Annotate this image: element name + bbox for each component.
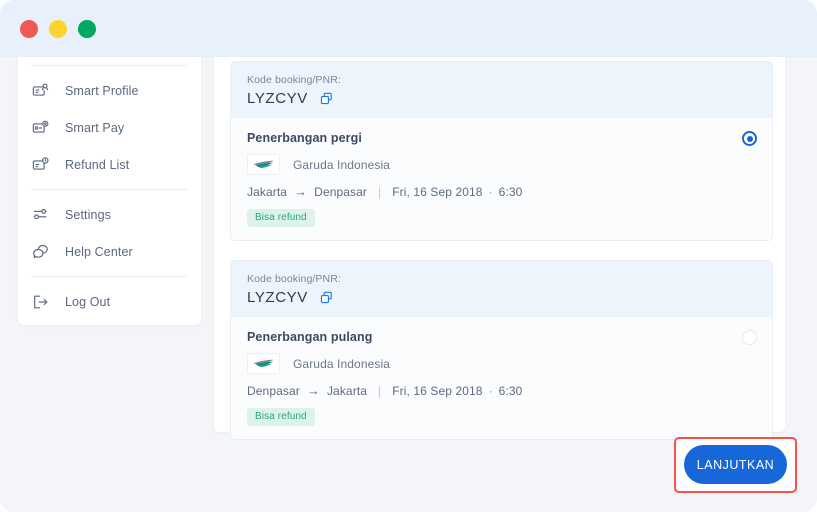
app-window: Smart Profile Smart Pay Refund List Sett…: [0, 0, 817, 512]
copy-icon[interactable]: [320, 92, 333, 105]
flight-title: Penerbangan pulang: [247, 330, 373, 344]
pnr-code: LYZCYV: [247, 90, 308, 107]
pnr-header: Kode booking/PNR: LYZCYV: [231, 62, 772, 118]
sidebar-item-log-out[interactable]: Log Out: [18, 283, 201, 320]
flight-time: 6:30: [498, 383, 523, 398]
sidebar-item-settings[interactable]: Settings: [18, 196, 201, 233]
garuda-indonesia-logo: [247, 353, 280, 374]
garuda-indonesia-logo: [247, 154, 280, 175]
flight-select-radio[interactable]: [742, 330, 757, 345]
smart-pay-icon: [31, 118, 51, 138]
main-content-panel: Kode booking/PNR: LYZCYV Penerbangan per…: [214, 57, 785, 440]
route-origin: Jakarta: [247, 184, 288, 199]
log-out-icon: [31, 292, 51, 312]
status-badge: Bisa refund: [247, 408, 315, 426]
flight-body: Penerbangan pergi Garuda Indonesia Jakar…: [231, 118, 772, 240]
window-controls: [20, 20, 96, 38]
continue-button[interactable]: LANJUTKAN: [684, 445, 787, 484]
sidebar-item-smart-profile[interactable]: Smart Profile: [18, 72, 201, 109]
route-separator: |: [378, 383, 382, 398]
sidebar-group-account: Smart Profile Smart Pay Refund List: [18, 66, 201, 189]
status-badge: Bisa refund: [247, 209, 315, 227]
route-row: Denpasar → Jakarta | Fri, 16 Sep 2018 · …: [247, 383, 756, 398]
route-separator: |: [378, 184, 382, 199]
pnr-label: Kode booking/PNR:: [247, 74, 341, 86]
pnr-header: Kode booking/PNR: LYZCYV: [231, 261, 772, 317]
airline-row: Garuda Indonesia: [247, 154, 756, 175]
refund-list-icon: [31, 155, 51, 175]
arrow-right-icon: →: [294, 184, 308, 199]
sidebar-item-label: Smart Pay: [65, 120, 125, 135]
flight-body: Penerbangan pulang Garuda Indonesia Denp…: [231, 317, 772, 439]
route-origin: Denpasar: [247, 383, 300, 398]
sidebar-item-label: Log Out: [65, 294, 111, 309]
airline-row: Garuda Indonesia: [247, 353, 756, 374]
booking-cards-list: Kode booking/PNR: LYZCYV Penerbangan per…: [230, 61, 773, 459]
route-row: Jakarta → Denpasar | Fri, 16 Sep 2018 · …: [247, 184, 756, 199]
smart-profile-icon: [31, 81, 51, 101]
close-window-button[interactable]: [20, 20, 38, 38]
sidebar-item-refund-list[interactable]: Refund List: [18, 146, 201, 183]
flight-title: Penerbangan pergi: [247, 131, 362, 145]
help-center-icon: [31, 242, 51, 262]
sidebar-item-smart-pay[interactable]: Smart Pay: [18, 109, 201, 146]
pnr-label: Kode booking/PNR:: [247, 273, 341, 285]
date-time-separator: ·: [488, 184, 493, 199]
sidebar: Smart Profile Smart Pay Refund List Sett…: [18, 57, 201, 325]
flight-select-radio[interactable]: [742, 131, 757, 146]
maximize-window-button[interactable]: [78, 20, 96, 38]
pnr-code-row: LYZCYV: [247, 90, 756, 107]
sidebar-item-label: Refund List: [65, 157, 130, 172]
route-destination: Denpasar: [314, 184, 368, 199]
sidebar-item-help-center[interactable]: Help Center: [18, 233, 201, 270]
route-destination: Jakarta: [326, 383, 368, 398]
copy-icon[interactable]: [320, 291, 333, 304]
sidebar-group-session: Log Out: [18, 277, 201, 326]
sidebar-item-label: Smart Profile: [65, 83, 139, 98]
pnr-code: LYZCYV: [247, 289, 308, 306]
flight-time: 6:30: [498, 184, 523, 199]
sidebar-item-label: Help Center: [65, 244, 133, 259]
sidebar-item-label: Settings: [65, 207, 111, 222]
booking-card: Kode booking/PNR: LYZCYV Penerbangan per…: [230, 61, 773, 241]
pnr-code-row: LYZCYV: [247, 289, 756, 306]
sidebar-group-support: Settings Help Center: [18, 190, 201, 276]
arrow-right-icon: →: [306, 383, 320, 398]
airline-name: Garuda Indonesia: [293, 356, 391, 371]
title-bar: [0, 0, 817, 57]
minimize-window-button[interactable]: [49, 20, 67, 38]
date-time-separator: ·: [488, 383, 493, 398]
settings-icon: [31, 205, 51, 225]
airline-name: Garuda Indonesia: [293, 157, 391, 172]
flight-date: Fri, 16 Sep 2018: [392, 383, 483, 398]
booking-card: Kode booking/PNR: LYZCYV Penerbangan pul…: [230, 260, 773, 440]
flight-date: Fri, 16 Sep 2018: [392, 184, 483, 199]
